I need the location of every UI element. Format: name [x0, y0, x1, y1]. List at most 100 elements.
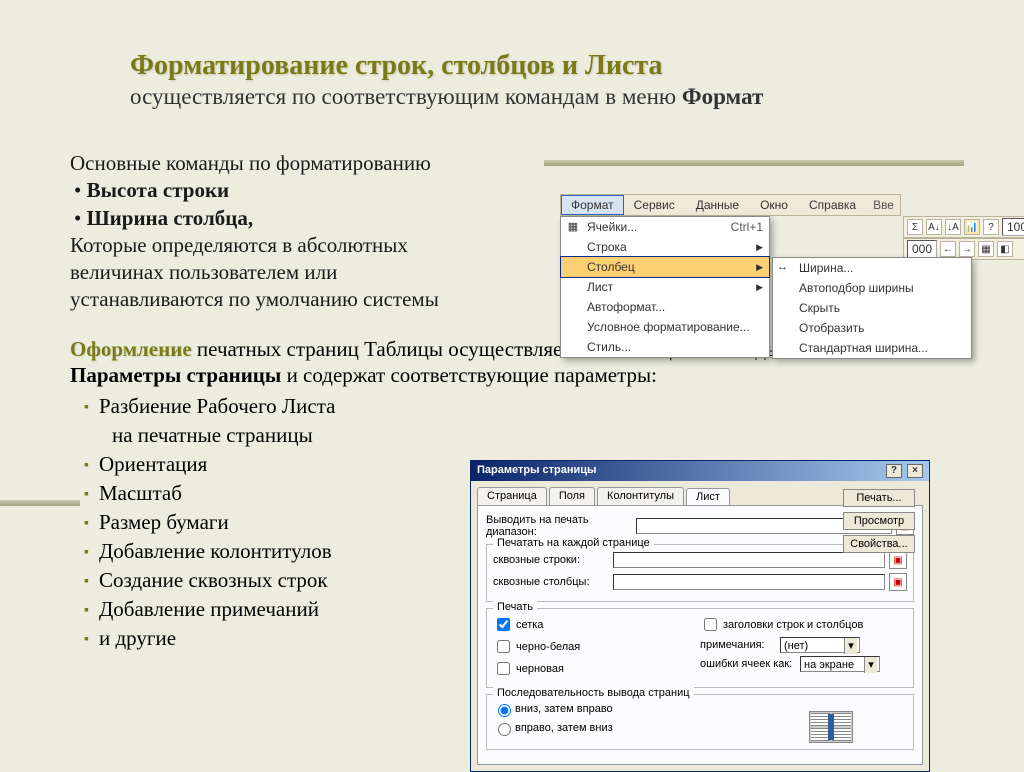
line-4: устанавливаются по умолчанию системы	[70, 286, 490, 313]
menu-row[interactable]: Строка ▶	[561, 237, 769, 257]
properties-button[interactable]: Свойства...	[843, 535, 915, 553]
chk-draft-row: черновая	[493, 659, 700, 678]
zoom-combo[interactable]: 100%	[1002, 218, 1024, 236]
submenu-autowidth[interactable]: Автоподбор ширины	[773, 278, 971, 298]
chk-bw-label: черно-белая	[516, 641, 580, 653]
submenu-item-label: Стандартная ширина...	[799, 341, 928, 355]
title-block: Форматирование строк, столбцов и Листа о…	[70, 50, 964, 110]
toolbar-right: Σ A↓ ↓A 📊 ? 100%	[903, 216, 1024, 238]
menu-style[interactable]: Стиль...	[561, 337, 769, 357]
errors-select[interactable]: на экране	[800, 656, 880, 672]
rows-through-label: сквозные строки:	[493, 554, 613, 566]
rows-through-row: сквозные строки: ▣	[493, 551, 907, 569]
tab-page[interactable]: Страница	[477, 487, 547, 505]
cols-through-row: сквозные столбцы: ▣	[493, 573, 907, 591]
page-order-icon	[809, 711, 853, 743]
sort-desc-icon[interactable]: ↓A	[945, 219, 961, 235]
menu-item-label: Ячейки...	[587, 220, 637, 234]
list-item: Добавление колонтитулов	[84, 537, 450, 566]
preview-button[interactable]: Просмотр	[843, 512, 915, 530]
range-picker-icon[interactable]: ▣	[889, 551, 907, 569]
commands-text: Основные команды по форматированию • Выс…	[70, 150, 490, 314]
tab-margins[interactable]: Поля	[549, 487, 595, 505]
dialog-buttons: Печать... Просмотр Свойства...	[843, 489, 915, 553]
list-item: Ориентация	[84, 450, 450, 479]
submenu-hide[interactable]: Скрыть	[773, 298, 971, 318]
chk-bw[interactable]	[497, 640, 510, 653]
autosum-icon[interactable]: Σ	[907, 219, 923, 235]
range-picker-icon[interactable]: ▣	[889, 573, 907, 591]
rows-through-input[interactable]	[613, 552, 885, 568]
menu-data[interactable]: Данные	[686, 195, 750, 215]
chk-draft-label: черновая	[516, 663, 564, 675]
line-2: Которые определяются в абсолютных	[70, 232, 490, 259]
border-icon[interactable]: ▦	[978, 241, 994, 257]
menu-column[interactable]: Столбец ▶	[560, 256, 770, 278]
inc-indent-icon[interactable]: →	[959, 241, 975, 257]
menu-window[interactable]: Окно	[750, 195, 799, 215]
tab-headers[interactable]: Колонтитулы	[597, 487, 684, 505]
format-dropdown: ▦ Ячейки... Ctrl+1 Строка ▶ Столбец ▶ Ли…	[560, 216, 770, 358]
page-setup-dialog: Параметры страницы ? × Страница Поля Кол…	[470, 460, 930, 772]
subtitle-strong: Формат	[682, 84, 763, 109]
menu-format[interactable]: Формат	[561, 195, 624, 215]
order-legend: Последовательность вывода страниц	[493, 687, 694, 699]
design-strong: Параметры страницы	[70, 363, 281, 387]
submenu-stdwidth[interactable]: Стандартная ширина...	[773, 338, 971, 358]
bullet-2: • Ширина столбца,	[74, 205, 490, 232]
print-range-label: Выводить на печать диапазон:	[486, 514, 636, 538]
shortcut-label: Ctrl+1	[731, 220, 763, 234]
subtitle-text: осуществляется по соответствующим команд…	[130, 84, 682, 109]
submenu-item-label: Отобразить	[799, 321, 864, 335]
cols-through-label: сквозные столбцы:	[493, 576, 613, 588]
chk-draft[interactable]	[497, 662, 510, 675]
radio-right-label: вправо, затем вниз	[515, 722, 613, 734]
sort-asc-icon[interactable]: A↓	[926, 219, 942, 235]
help-input[interactable]: Вве	[867, 195, 900, 215]
menu-autoformat[interactable]: Автоформат...	[561, 297, 769, 317]
notes-select[interactable]: (нет)	[780, 637, 860, 653]
print-options-group: Печать сетка черно-белая черновая заголо…	[486, 608, 914, 688]
submenu-item-label: Автоподбор ширины	[799, 281, 914, 295]
list-item: и другие	[84, 624, 450, 653]
dec-indent-icon[interactable]: ←	[940, 241, 956, 257]
fill-icon[interactable]: ◧	[997, 241, 1013, 257]
menu-item-label: Условное форматирование...	[587, 320, 750, 334]
submenu-show[interactable]: Отобразить	[773, 318, 971, 338]
dialog-title-bar: Параметры страницы ? ×	[471, 461, 929, 481]
help-button[interactable]: ?	[886, 464, 902, 478]
radio-down-label: вниз, затем вправо	[515, 703, 613, 715]
slide-title: Форматирование строк, столбцов и Листа	[130, 50, 964, 82]
slide: Форматирование строк, столбцов и Листа о…	[0, 0, 1024, 768]
cells-icon: ▦	[565, 220, 581, 234]
print-button[interactable]: Печать...	[843, 489, 915, 507]
line-1: Основные команды по форматированию	[70, 150, 490, 177]
radio-right[interactable]	[498, 723, 511, 736]
menu-sheet[interactable]: Лист ▶	[561, 277, 769, 297]
menu-cells[interactable]: ▦ Ячейки... Ctrl+1	[561, 217, 769, 237]
width-icon: ↔	[777, 261, 793, 275]
column-submenu: ↔ Ширина... Автоподбор ширины Скрыть Ото…	[772, 257, 972, 359]
list-item-cont: на печатные страницы	[112, 421, 450, 450]
menu-help[interactable]: Справка	[799, 195, 867, 215]
design-heading: Оформление	[70, 337, 192, 361]
chk-headers[interactable]	[704, 618, 717, 631]
help-icon[interactable]: ?	[983, 219, 999, 235]
errors-label: ошибки ячеек как:	[700, 658, 800, 670]
menu-item-label: Строка	[587, 240, 627, 254]
every-page-legend: Печатать на каждой странице	[493, 537, 654, 549]
chart-icon[interactable]: 📊	[964, 219, 980, 235]
submenu-arrow-icon: ▶	[756, 282, 763, 293]
tab-sheet[interactable]: Лист	[686, 488, 730, 506]
menu-cond-format[interactable]: Условное форматирование...	[561, 317, 769, 337]
radio-down[interactable]	[498, 704, 511, 717]
submenu-arrow-icon: ▶	[756, 242, 763, 253]
submenu-width[interactable]: ↔ Ширина...	[773, 258, 971, 278]
close-button[interactable]: ×	[907, 464, 923, 478]
number-format[interactable]: 000	[907, 240, 937, 258]
chk-grid[interactable]	[497, 618, 510, 631]
cols-through-input[interactable]	[613, 574, 885, 590]
menu-service[interactable]: Сервис	[624, 195, 686, 215]
chk-grid-label: сетка	[516, 619, 543, 631]
chk-bw-row: черно-белая	[493, 637, 700, 656]
